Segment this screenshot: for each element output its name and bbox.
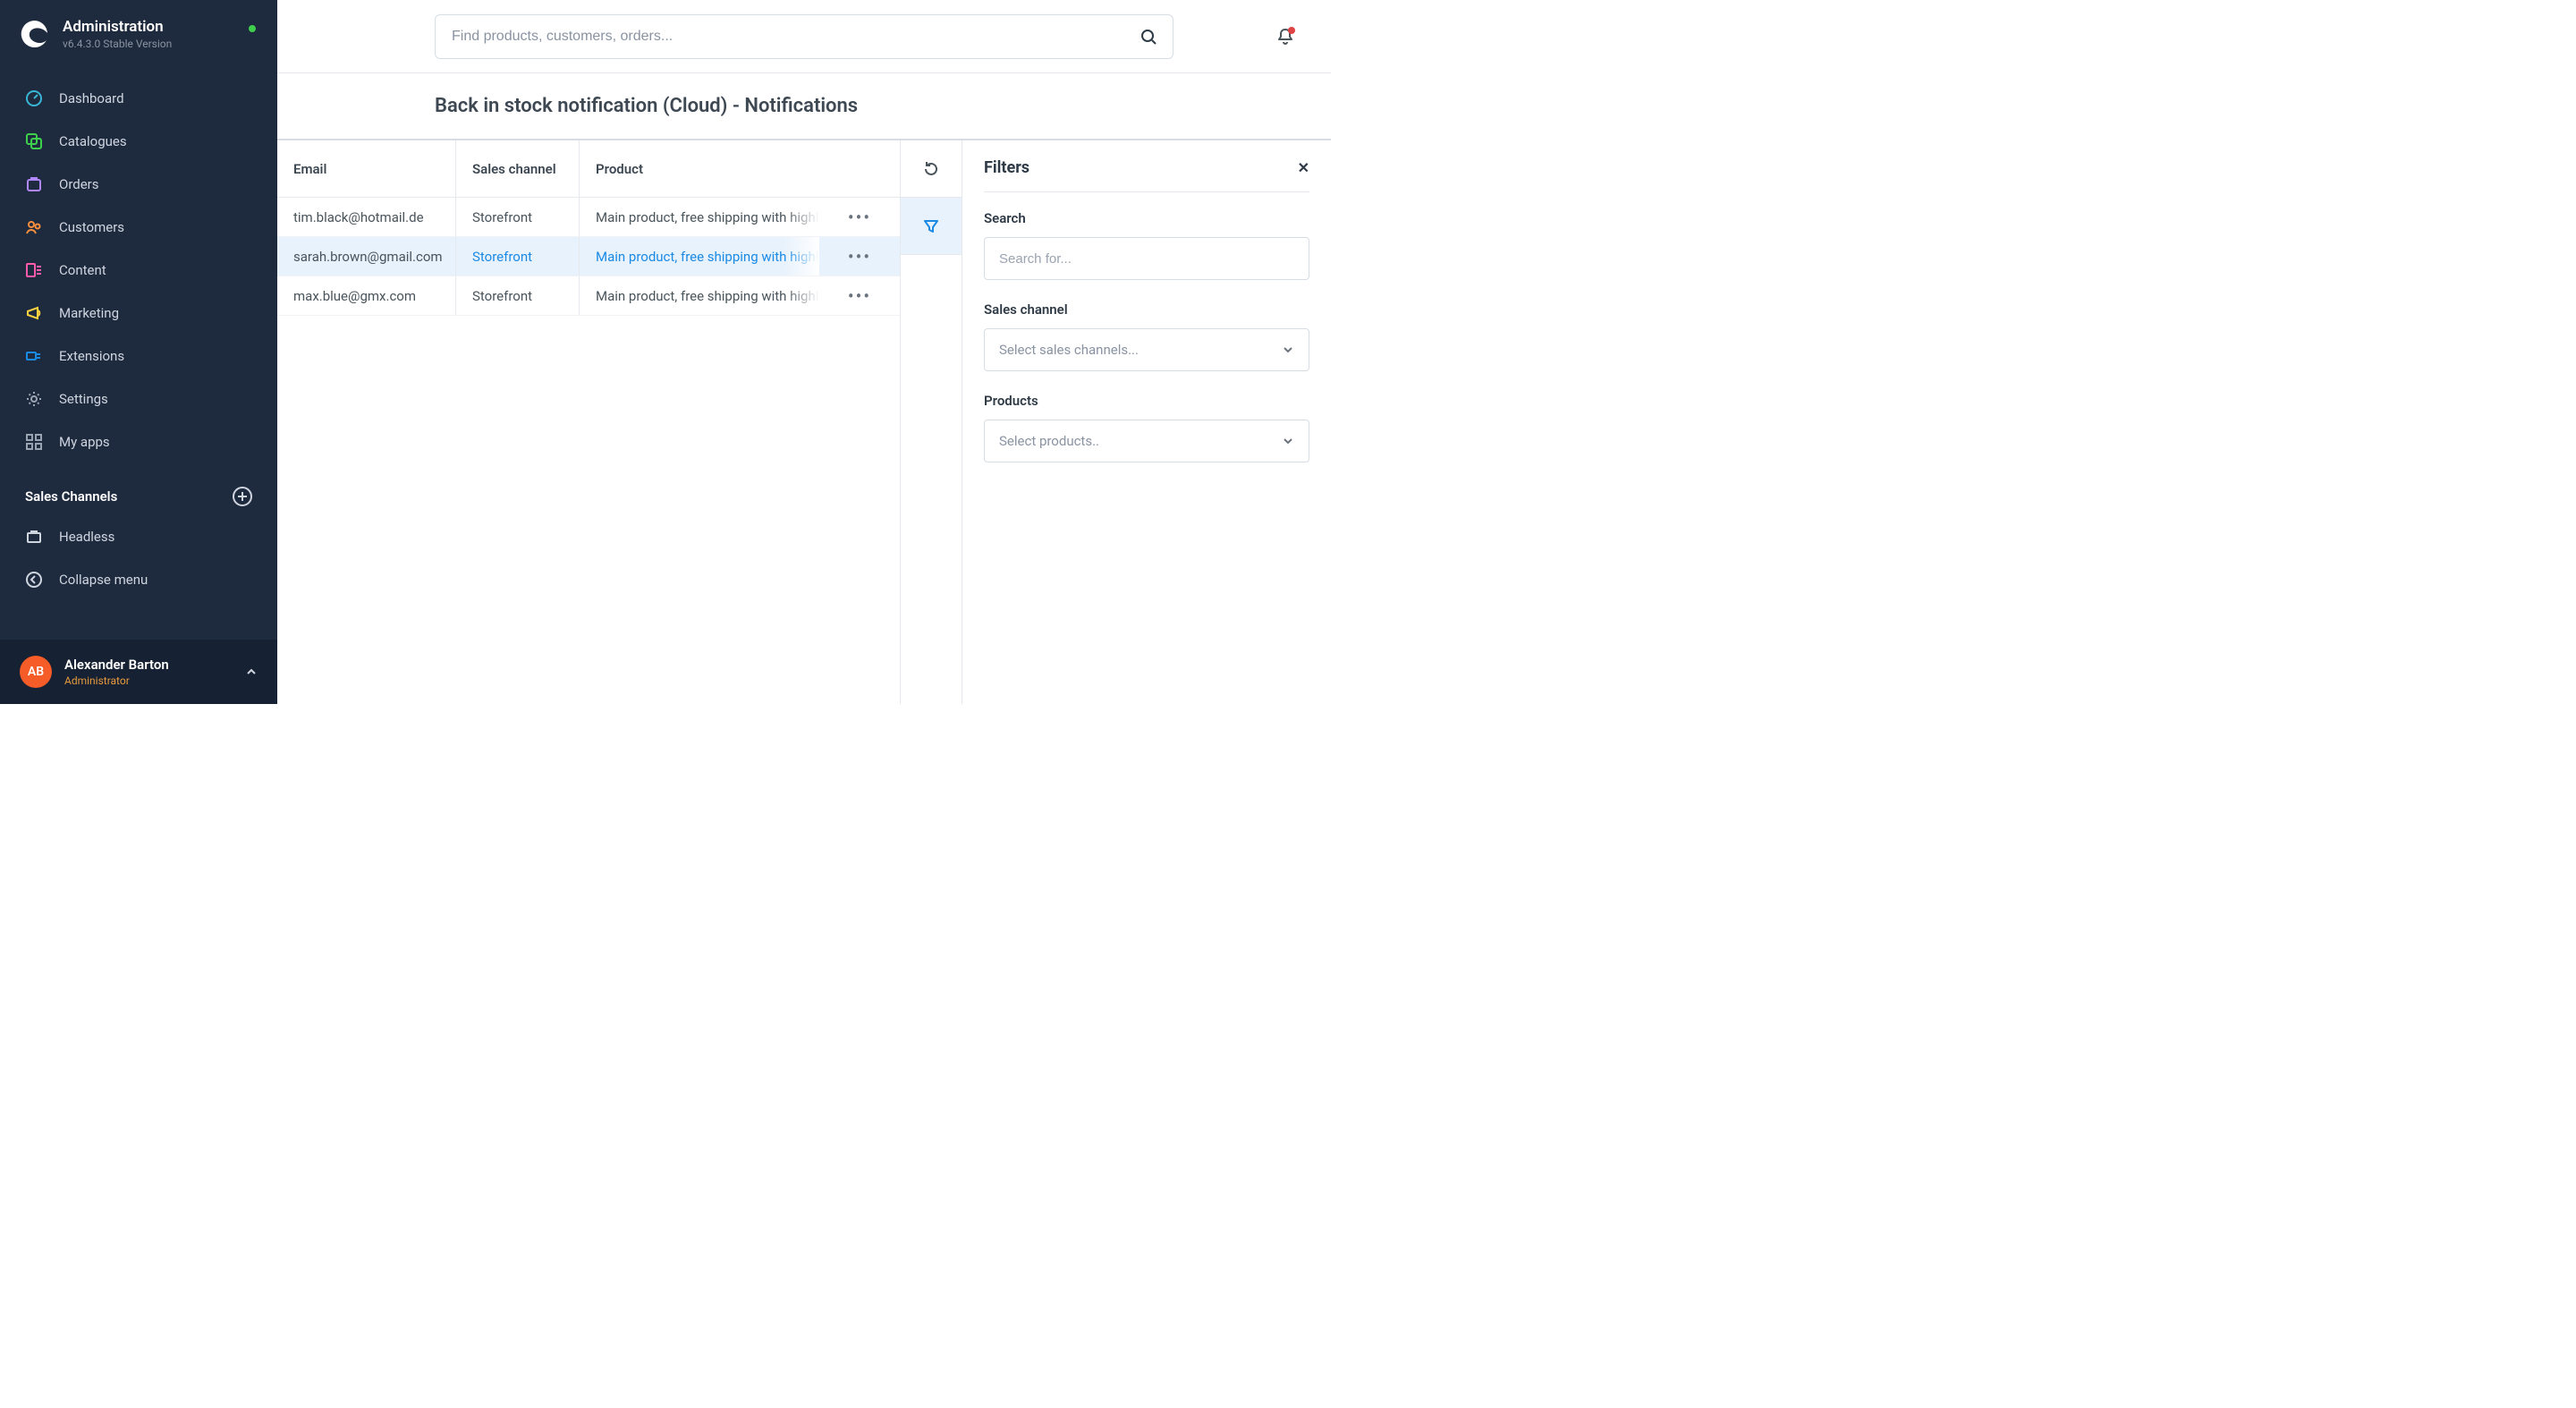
cell-email: tim.black@hotmail.de (277, 198, 456, 236)
user-name: Alexander Barton (64, 657, 169, 673)
sidebar-item-marketing[interactable]: Marketing (0, 292, 277, 335)
sidebar-item-label: Extensions (59, 348, 124, 364)
header-product[interactable]: Product (580, 140, 819, 197)
user-menu[interactable]: AB Alexander Barton Administrator (0, 640, 277, 704)
filter-channel-select[interactable]: Select sales channels... (984, 328, 1309, 371)
search-input[interactable] (452, 29, 1140, 45)
collapse-label: Collapse menu (59, 572, 148, 588)
app-title: Administration (63, 18, 172, 36)
sidebar-item-settings[interactable]: Settings (0, 377, 277, 420)
cell-channel: Storefront (456, 198, 580, 236)
filter-products-select[interactable]: Select products.. (984, 420, 1309, 462)
cell-email: sarah.brown@gmail.com (277, 237, 456, 276)
status-dot (249, 25, 256, 32)
main: Back in stock notification (Cloud) - Not… (277, 0, 1331, 704)
table-tools (900, 140, 962, 704)
sidebar-item-dashboard[interactable]: Dashboard (0, 77, 277, 120)
add-sales-channel-button[interactable] (233, 487, 252, 506)
filter-search-input[interactable] (999, 251, 1294, 267)
filter-products-label: Products (984, 393, 1309, 409)
sidebar-header: Administration v6.4.3.0 Stable Version (0, 0, 277, 68)
header-actions (819, 140, 900, 197)
sidebar-item-label: Content (59, 262, 106, 278)
table-row[interactable]: tim.black@hotmail.deStorefrontMain produ… (277, 198, 900, 237)
filters-title: Filters (984, 158, 1030, 177)
row-actions-button[interactable]: ••• (819, 198, 900, 236)
headless-icon (25, 528, 43, 546)
cell-product: Main product, free shipping with highlig… (580, 237, 819, 276)
table-header: Email Sales channel Product (277, 140, 900, 198)
sidebar-item-customers[interactable]: Customers (0, 206, 277, 249)
topbar (277, 0, 1331, 73)
notification-dot (1288, 27, 1295, 34)
cell-channel: Storefront (456, 276, 580, 315)
logo (20, 19, 50, 49)
close-filters-button[interactable]: ✕ (1298, 159, 1309, 176)
filter-channel-label: Sales channel (984, 301, 1309, 318)
sidebar-item-label: My apps (59, 434, 110, 450)
main-nav: Dashboard Catalogues Orders Customers Co… (0, 68, 277, 640)
chevron-down-icon (1282, 344, 1294, 356)
row-actions-button[interactable]: ••• (819, 237, 900, 276)
app-version: v6.4.3.0 Stable Version (63, 38, 172, 50)
sidebar: Administration v6.4.3.0 Stable Version D… (0, 0, 277, 704)
marketing-icon (25, 304, 43, 322)
row-actions-button[interactable]: ••• (819, 276, 900, 315)
chevron-down-icon (1282, 435, 1294, 447)
filter-products-placeholder: Select products.. (999, 433, 1099, 449)
cell-product: Main product, free shipping with highlig… (580, 276, 819, 315)
sidebar-item-label: Catalogues (59, 133, 127, 149)
notifications-button[interactable] (1275, 27, 1295, 47)
dots-icon: ••• (848, 285, 871, 307)
sales-channels-heading: Sales Channels (0, 463, 277, 515)
sidebar-item-catalogues[interactable]: Catalogues (0, 120, 277, 163)
cell-email: max.blue@gmx.com (277, 276, 456, 315)
table-area: Email Sales channel Product tim.black@ho… (277, 140, 962, 704)
cell-product: Main product, free shipping with highlig… (580, 198, 819, 236)
content-icon (25, 261, 43, 279)
dashboard-icon (25, 89, 43, 107)
filters-panel: Filters ✕ Search Sales channel Select sa… (962, 140, 1331, 704)
sidebar-item-label: Customers (59, 219, 124, 235)
dots-icon: ••• (848, 207, 871, 228)
sidebar-item-label: Marketing (59, 305, 119, 321)
collapse-icon (25, 571, 43, 589)
cell-channel: Storefront (456, 237, 580, 276)
settings-icon (25, 390, 43, 408)
filter-channel-placeholder: Select sales channels... (999, 342, 1139, 358)
page-title: Back in stock notification (Cloud) - Not… (277, 73, 1331, 140)
sidebar-item-label: Settings (59, 391, 108, 407)
filter-button[interactable] (901, 198, 962, 255)
extensions-icon (25, 347, 43, 365)
collapse-menu-button[interactable]: Collapse menu (0, 558, 277, 601)
global-search[interactable] (435, 14, 1174, 59)
search-icon (1140, 29, 1157, 45)
catalogues-icon (25, 132, 43, 150)
filter-search-label: Search (984, 210, 1309, 226)
sidebar-item-label: Orders (59, 176, 99, 192)
user-role: Administrator (64, 674, 169, 687)
sidebar-item-myapps[interactable]: My apps (0, 420, 277, 463)
avatar: AB (20, 656, 52, 688)
header-email[interactable]: Email (277, 140, 456, 197)
header-channel[interactable]: Sales channel (456, 140, 580, 197)
refresh-button[interactable] (901, 140, 962, 198)
sidebar-item-extensions[interactable]: Extensions (0, 335, 277, 377)
sidebar-item-content[interactable]: Content (0, 249, 277, 292)
table-row[interactable]: max.blue@gmx.comStorefrontMain product, … (277, 276, 900, 316)
sidebar-item-label: Headless (59, 529, 114, 545)
orders-icon (25, 175, 43, 193)
sidebar-item-orders[interactable]: Orders (0, 163, 277, 206)
apps-icon (25, 433, 43, 451)
sidebar-item-headless[interactable]: Headless (0, 515, 277, 558)
table-row[interactable]: sarah.brown@gmail.comStorefrontMain prod… (277, 237, 900, 276)
dots-icon: ••• (848, 246, 871, 267)
chevron-up-icon (245, 666, 258, 678)
sales-channels-label: Sales Channels (25, 488, 117, 505)
sidebar-item-label: Dashboard (59, 90, 124, 106)
customers-icon (25, 218, 43, 236)
filter-search-wrap (984, 237, 1309, 280)
